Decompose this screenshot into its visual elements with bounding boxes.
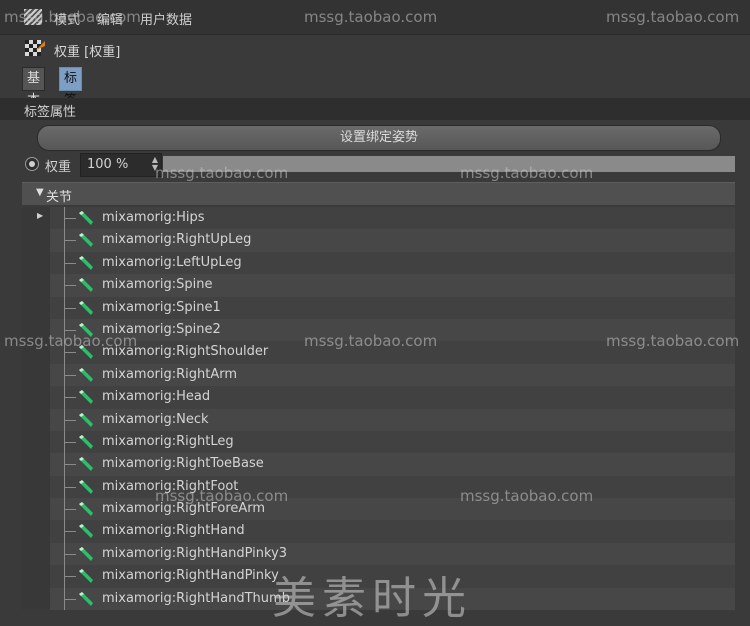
joint-icon [79,278,93,293]
joint-label: mixamorig:RightShoulder [102,344,269,360]
tree-line [64,509,76,511]
joint-icon [79,502,93,517]
joint-icon [79,569,93,584]
joint-icon [79,479,93,494]
joint-icon [79,457,93,472]
weight-animate-radio[interactable] [25,157,39,171]
tree-line [64,576,76,578]
joint-label: mixamorig:RightHandPinky3 [102,545,288,561]
joint-row[interactable]: mixamorig:Spine [50,274,735,297]
joint-label: mixamorig:Hips [102,210,205,225]
tree-line [64,374,76,376]
menu-edit[interactable]: 编辑 [97,9,123,28]
joint-label: mixamorig:RightArm [102,366,238,382]
joint-icon [79,412,93,427]
joint-row[interactable]: mixamorig:RightForeArm [50,498,735,521]
joint-label: mixamorig:Head [102,389,211,405]
joint-label: mixamorig:LeftUpLeg [102,254,242,270]
joint-icon [79,546,93,561]
tree-line [64,598,76,600]
joint-icon [79,390,93,405]
menu-bar: 模式 编辑 用户数据 [0,0,750,35]
joint-label: mixamorig:RightFoot [102,478,239,494]
joint-label: mixamorig:Spine2 [102,321,221,337]
joint-label: mixamorig:RightToeBase [102,456,264,472]
joint-icon [79,233,93,248]
joint-label: mixamorig:RightForeArm [102,501,266,517]
expand-arrow-icon[interactable]: ▶ [37,211,43,220]
joints-list: ▶ mixamorig:Hips mixamorig:RightUpLeg mixa… [22,207,735,610]
joint-label: mixamorig:RightLeg [102,433,234,449]
tree-line [64,419,76,421]
tree-line [64,464,76,466]
tab-tag[interactable]: 标签 [59,67,83,108]
joint-row[interactable]: mixamorig:RightFoot [50,475,735,499]
collapse-triangle-icon[interactable]: ▼ [36,187,44,198]
tree-line [64,553,76,555]
joint-row[interactable]: mixamorig:LeftUpLeg [50,251,735,275]
tree-line [64,307,76,309]
tree-line [64,397,76,399]
tree-line [64,262,76,264]
tree-rows: mixamorig:Hips mixamorig:RightUpLeg mixamo… [50,207,735,610]
joint-label: mixamorig:RightHandPinky [102,568,279,584]
tree-gutter: ▶ [22,207,50,610]
tree-line [64,486,76,488]
weight-slider[interactable] [163,156,735,172]
joint-icon [79,524,93,539]
brand-watermark: 美素时光 [272,573,472,624]
tree-line [64,218,76,219]
set-bind-pose-button[interactable]: 设置绑定姿势 [37,125,721,151]
tree-line [64,329,76,331]
joint-icon [79,255,93,270]
joint-row[interactable]: mixamorig:Spine2 [50,318,735,342]
tree-line [64,531,76,533]
object-title-row: 权重 [权重] [0,35,750,63]
joint-icon [79,367,93,382]
tree-line [64,240,76,242]
joint-icon [79,591,93,606]
joint-label: mixamorig:Spine1 [102,299,221,315]
joint-label: mixamorig:Neck [102,411,209,427]
joint-icon [79,345,93,360]
joint-row[interactable]: mixamorig:Spine1 [50,296,735,319]
weight-input[interactable]: 100 % ▲ ▼ [80,153,162,177]
tree-line [64,441,76,443]
joint-row[interactable]: mixamorig:Hips [50,207,735,230]
weight-value: 100 % [87,157,129,172]
joint-label: mixamorig:RightUpLeg [102,232,252,248]
joint-label: mixamorig:Spine [102,277,213,293]
tab-basic[interactable]: 基本 [22,67,46,108]
joint-row[interactable]: mixamorig:RightToeBase [50,453,735,476]
joint-row[interactable]: mixamorig:RightLeg [50,430,735,454]
weight-row: 权重 100 % ▲ ▼ [0,152,750,177]
joint-icon [79,434,93,449]
joint-row[interactable]: mixamorig:Head [50,386,735,409]
section-title: 标签属性 [24,105,77,120]
joint-icon [79,322,93,337]
joint-icon [79,300,93,315]
joint-label: mixamorig:RightHandThumb [102,590,290,606]
panel-grip-icon[interactable] [24,9,42,25]
joint-row[interactable]: mixamorig:RightHand [50,520,735,543]
menu-mode[interactable]: 模式 [54,9,80,28]
joint-row[interactable]: mixamorig:RightUpLeg [50,229,735,252]
joints-group-header[interactable]: ▼ 关节 [22,182,735,205]
joint-row[interactable]: mixamorig:RightShoulder [50,341,735,364]
joint-icon [79,211,93,225]
weight-label: 权重 [45,160,72,175]
joint-row[interactable]: mixamorig:Neck [50,408,735,431]
tree-line [64,285,76,287]
spinner-arrows-icon[interactable]: ▲ ▼ [152,156,158,172]
tree-line [64,352,76,354]
joint-row[interactable]: mixamorig:RightArm [50,363,735,387]
menu-user-data[interactable]: 用户数据 [140,9,192,28]
weight-tag-icon [25,40,45,56]
joints-group-label: 关节 [46,190,73,205]
section-header: 标签属性 [0,98,750,120]
object-title: 权重 [权重] [54,45,121,60]
joint-label: mixamorig:RightHand [102,523,245,539]
